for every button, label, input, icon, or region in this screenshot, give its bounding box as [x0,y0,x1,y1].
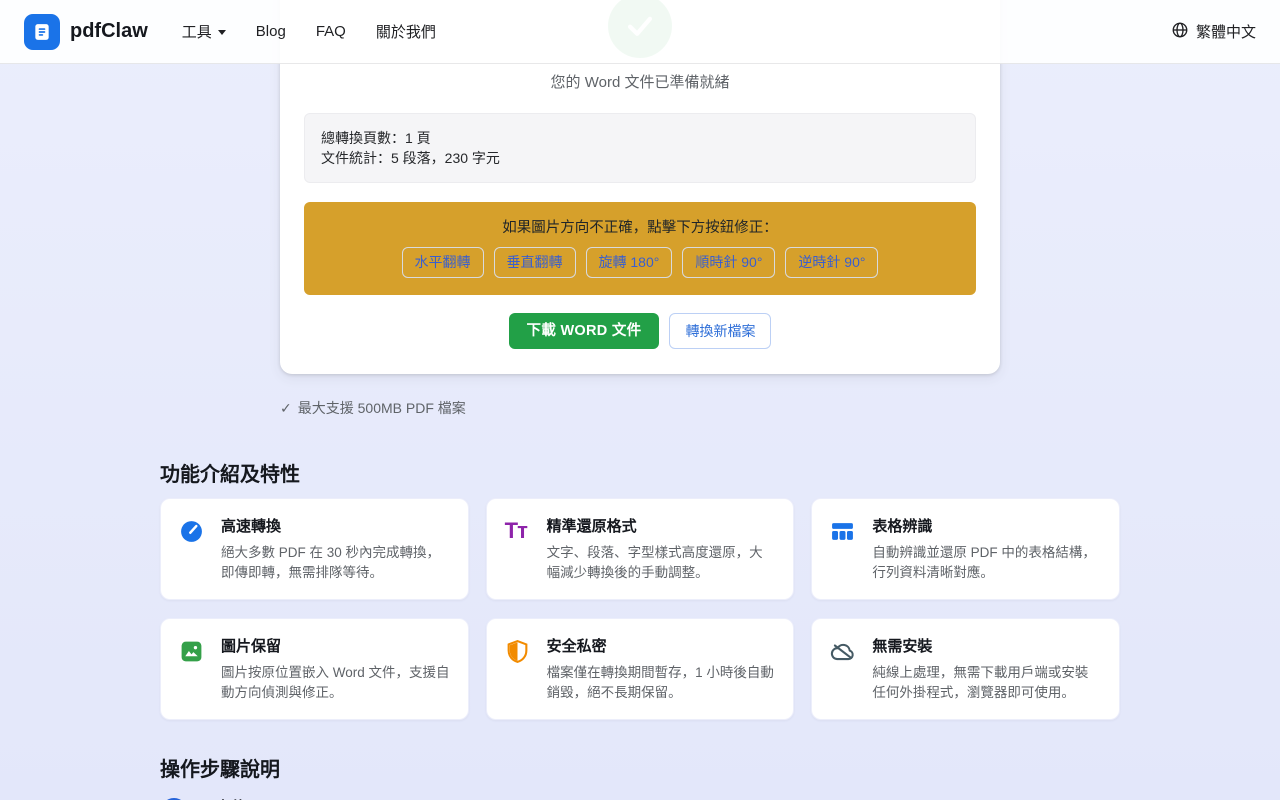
features-grid: 高速轉換 絕大多數 PDF 在 30 秒內完成轉換，即傳即轉，無需排隊等待。 T… [160,498,1120,720]
rotate-cw-90-button[interactable]: 順時針 90° [682,247,775,278]
feature-desc: 圖片按原位置嵌入 Word 文件，支援自動方向偵測與修正。 [221,663,450,703]
feature-title: 高速轉換 [221,517,450,537]
feature-card-format-restore: Tт 精準還原格式 文字、段落、字型樣式高度還原，大幅減少轉換後的手動調整。 [486,498,795,600]
convert-new-file-button[interactable]: 轉換新檔案 [669,313,771,349]
rotate-180-button[interactable]: 旋轉 180° [586,247,673,278]
flip-vertical-button[interactable]: 垂直翻轉 [494,247,576,278]
globe-icon [1171,21,1189,43]
speedometer-icon [179,517,205,583]
feature-card-no-install: 無需安裝 純線上處理，無需下載用戶端或安裝任何外掛程式，瀏覽器即可使用。 [811,618,1120,720]
steps-section-title: 操作步驟說明 [160,756,1120,784]
nav-item-about[interactable]: 關於我們 [376,21,436,42]
language-selector[interactable]: 繁體中文 [1171,21,1256,43]
pdf-document-icon [24,14,60,50]
feature-title: 表格辨識 [872,517,1101,537]
feature-desc: 自動辨識並還原 PDF 中的表格結構，行列資料清晰對應。 [872,543,1101,583]
feature-title: 圖片保留 [221,637,450,657]
feature-card-table-recognition: 表格辨識 自動辨識並還原 PDF 中的表格結構，行列資料清晰對應。 [811,498,1120,600]
feature-desc: 文字、段落、字型樣式高度還原，大幅減少轉換後的手動調整。 [547,543,776,583]
cloud-off-icon [830,637,856,703]
features-section-title: 功能介紹及特性 [160,461,1120,489]
stats-document-line: 文件統計：5 段落，230 字元 [321,148,959,168]
nav-item-blog[interactable]: Blog [256,23,286,40]
image-icon [179,637,205,703]
stats-pages-line: 總轉換頁數：1 頁 [321,128,959,148]
nav-item-tools[interactable]: 工具 [182,21,226,42]
download-word-button[interactable]: 下載 WORD 文件 [509,313,660,349]
feature-desc: 絕大多數 PDF 在 30 秒內完成轉換，即傳即轉，無需排隊等待。 [221,543,450,583]
features-section: 功能介紹及特性 高速轉換 絕大多數 PDF 在 30 秒內完成轉換，即傳即轉，無… [160,461,1120,720]
feature-title: 無需安裝 [872,637,1101,657]
brand-logo[interactable]: pdfClaw [24,14,148,50]
orientation-buttons-row: 水平翻轉 垂直翻轉 旋轉 180° 順時針 90° 逆時針 90° [320,247,960,278]
feature-desc: 檔案僅在轉換期間暫存，1 小時後自動銷毀，絕不長期保留。 [547,663,776,703]
flip-horizontal-button[interactable]: 水平翻轉 [402,247,484,278]
main-nav: 工具 Blog FAQ 關於我們 [182,21,436,42]
feature-card-image-preserve: 圖片保留 圖片按原位置嵌入 Word 文件，支援自動方向偵測與修正。 [160,618,469,720]
rotate-ccw-90-button[interactable]: 逆時針 90° [785,247,878,278]
feature-title: 精準還原格式 [547,517,776,537]
feature-title: 安全私密 [547,637,776,657]
table-icon [830,517,856,583]
feature-desc: 純線上處理，無需下載用戶端或安裝任何外掛程式，瀏覽器即可使用。 [872,663,1101,703]
result-actions-row: 下載 WORD 文件 轉換新檔案 [304,313,976,349]
conversion-stats-box: 總轉換頁數：1 頁 文件統計：5 段落，230 字元 [304,113,976,183]
main-content: 您的 Word 文件已準備就緒 總轉換頁數：1 頁 文件統計：5 段落，230 … [0,0,1280,800]
result-ready-heading: 您的 Word 文件已準備就緒 [304,72,976,94]
max-size-note: ✓ 最大支援 500MB PDF 檔案 [280,399,1000,417]
feature-card-fast-conversion: 高速轉換 絕大多數 PDF 在 30 秒內完成轉換，即傳即轉，無需排隊等待。 [160,498,469,600]
language-label: 繁體中文 [1196,21,1256,42]
shield-icon [505,637,531,703]
top-navbar: pdfClaw 工具 Blog FAQ 關於我們 繁體中文 [0,0,1280,64]
text-format-icon: Tт [505,517,531,583]
nav-item-faq[interactable]: FAQ [316,23,346,40]
orientation-notice-text: 如果圖片方向不正確，點擊下方按鈕修正： [320,218,960,238]
max-size-note-text: 最大支援 500MB PDF 檔案 [298,399,466,417]
steps-section: 操作步驟說明 1 上傳 PDF 將檔案拖曳到上傳區，或點擊「選擇檔案」按鈕選擇上… [160,756,1120,800]
check-icon: ✓ [280,399,292,417]
orientation-fix-banner: 如果圖片方向不正確，點擊下方按鈕修正： 水平翻轉 垂直翻轉 旋轉 180° 順時… [304,202,976,295]
brand-name: pdfClaw [70,20,148,43]
feature-card-security: 安全私密 檔案僅在轉換期間暫存，1 小時後自動銷毀，絕不長期保留。 [486,618,795,720]
chevron-down-icon [218,30,226,35]
